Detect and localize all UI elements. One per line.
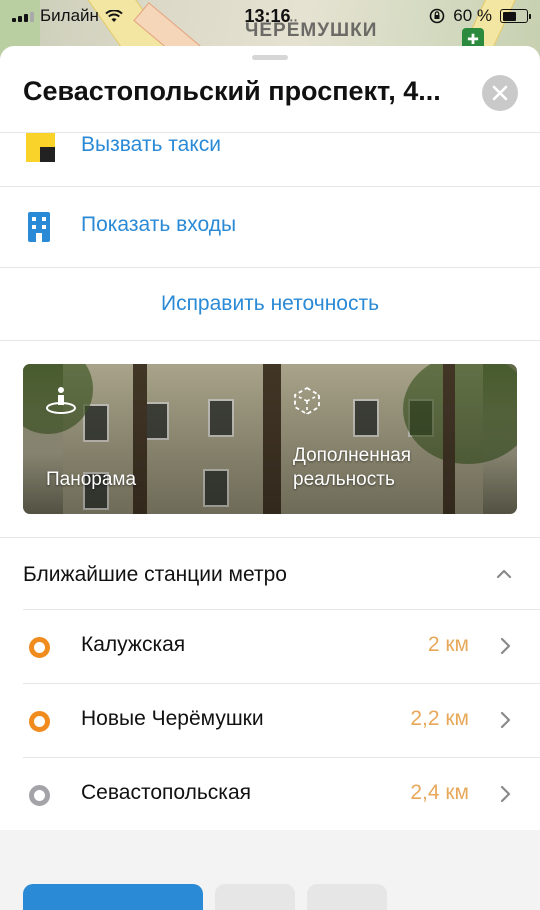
- show-entrances-row[interactable]: Показать входы: [0, 187, 540, 267]
- metro-station-name: Новые Черёмушки: [81, 707, 264, 730]
- metro-section-title: Ближайшие станции метро: [23, 563, 287, 586]
- place-card-sheet: Севастопольский проспект, 4... Вызвать т…: [0, 46, 540, 910]
- status-bar: Билайн 13:16 60 %: [0, 0, 540, 32]
- metro-station-distance: 2,4 км: [410, 781, 469, 804]
- cellular-signal-icon: [12, 10, 34, 22]
- metro-station-name: Севастопольская: [81, 781, 251, 804]
- chevron-up-icon[interactable]: [494, 564, 514, 584]
- ar-label-line2: реальность: [293, 469, 395, 490]
- clock: 13:16: [244, 5, 291, 26]
- panorama-icon[interactable]: [45, 386, 77, 416]
- divider: [0, 537, 540, 538]
- report-inaccuracy-link[interactable]: Исправить неточность: [0, 292, 540, 316]
- taxi-icon: [26, 133, 55, 162]
- metro-station-row[interactable]: Севастопольская 2,4 км: [0, 758, 540, 831]
- panorama-label[interactable]: Панорама: [46, 468, 136, 492]
- divider: [0, 267, 540, 268]
- metro-line-icon: [29, 785, 50, 806]
- route-button[interactable]: [23, 884, 203, 910]
- battery-percent: 60 %: [453, 6, 492, 25]
- chevron-right-icon: [500, 785, 511, 803]
- metro-line-icon: [29, 637, 50, 658]
- building-entrances-icon: [28, 212, 50, 242]
- metro-station-row[interactable]: Новые Черёмушки 2,2 км: [0, 684, 540, 757]
- metro-station-name: Калужская: [81, 633, 186, 656]
- divider: [0, 340, 540, 341]
- place-title: Севастопольский проспект, 4...: [23, 76, 441, 106]
- sheet-grabber[interactable]: [252, 55, 288, 60]
- show-entrances-link[interactable]: Показать входы: [81, 213, 236, 237]
- rotation-lock-icon: [429, 8, 445, 24]
- call-taxi-link[interactable]: Вызвать такси: [81, 133, 221, 157]
- close-button[interactable]: [482, 75, 518, 111]
- ar-label-line1: Дополненная: [293, 445, 412, 466]
- bookmark-button[interactable]: [307, 884, 387, 910]
- building-photo[interactable]: Панорама Дополненная реальность: [23, 364, 517, 514]
- metro-station-distance: 2 км: [427, 633, 469, 656]
- ar-label[interactable]: Дополненная реальность: [293, 444, 411, 492]
- metro-line-icon: [29, 711, 50, 732]
- metro-station-row[interactable]: Калужская 2 км: [0, 610, 540, 683]
- metro-station-distance: 2,2 км: [410, 707, 469, 730]
- share-button[interactable]: [215, 884, 295, 910]
- chevron-right-icon: [500, 711, 511, 729]
- chevron-right-icon: [500, 637, 511, 655]
- close-icon: [492, 85, 508, 101]
- carrier-name: Билайн: [40, 6, 99, 25]
- wifi-icon: [105, 9, 123, 22]
- battery-icon: [500, 9, 531, 23]
- ar-cube-icon[interactable]: [293, 386, 321, 416]
- call-taxi-row[interactable]: Вызвать такси: [0, 133, 540, 186]
